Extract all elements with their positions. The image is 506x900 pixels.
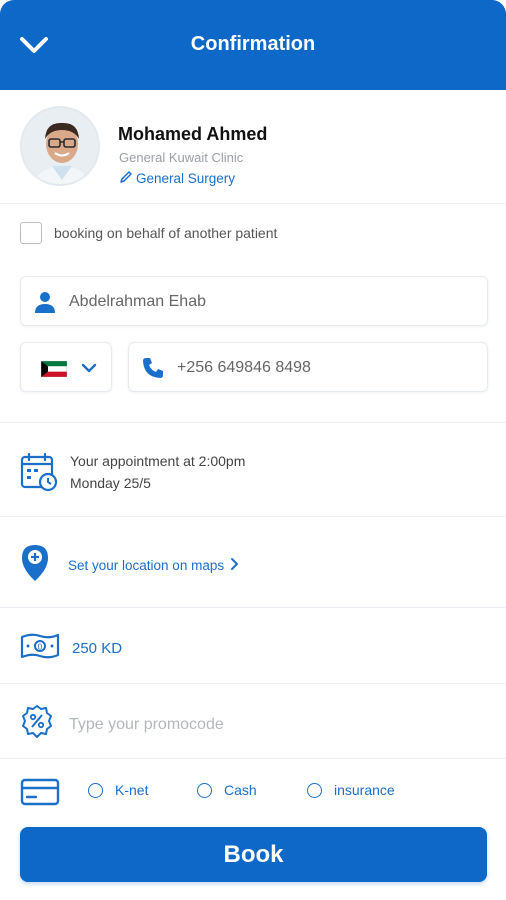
price-row: 0 250 KD [20, 632, 122, 665]
set-location-row[interactable]: Set your location on maps [20, 543, 240, 588]
payment-option-knet[interactable]: K-net [88, 782, 148, 798]
phone-icon [141, 356, 165, 385]
location-pin-icon [20, 543, 50, 588]
doctor-specialty: General Surgery [119, 170, 235, 187]
chevron-right-icon [230, 557, 240, 574]
country-code-select[interactable] [20, 342, 112, 392]
payment-option-insurance[interactable]: insurance [307, 782, 395, 798]
patient-name-value: Abdelrahman Ehab [69, 293, 206, 310]
credit-card-icon [20, 778, 60, 811]
doctor-card: Mohamed Ahmed General Kuwait Clinic Gene… [0, 90, 506, 204]
calendar-clock-icon [20, 452, 58, 497]
behalf-checkbox[interactable] [20, 222, 42, 244]
radio-button[interactable] [307, 782, 322, 798]
discount-icon [20, 704, 54, 745]
radio-button[interactable] [88, 782, 103, 798]
promo-input[interactable] [69, 715, 449, 734]
doctor-specialty-label: General Surgery [136, 171, 236, 186]
divider [0, 683, 506, 684]
radio-button[interactable] [197, 782, 212, 798]
patient-name-field[interactable]: Abdelrahman Ehab [20, 276, 488, 326]
divider [0, 758, 506, 759]
doctor-name: Mohamed Ahmed [118, 124, 268, 144]
payment-option-label: insurance [334, 782, 395, 798]
kuwait-flag-icon [40, 360, 68, 378]
price-value: 250 KD [72, 640, 123, 657]
set-location-link[interactable]: Set your location on maps [68, 558, 224, 573]
divider [0, 607, 506, 608]
money-icon: 0 [20, 632, 60, 665]
payment-option-cash[interactable]: Cash [197, 782, 257, 798]
promo-row [20, 704, 449, 745]
appointment-time: Your appointment at 2:00pm [70, 453, 246, 469]
payment-option-label: K-net [115, 782, 149, 798]
doctor-clinic: General Kuwait Clinic [119, 150, 244, 165]
phone-value: +256 649846 8498 [177, 359, 311, 376]
behalf-checkbox-row[interactable]: booking on behalf of another patient [20, 222, 277, 244]
chevron-down-icon [81, 361, 97, 380]
payment-methods: K-net Cash insurance [20, 776, 488, 806]
doctor-avatar [20, 106, 100, 186]
divider [0, 422, 506, 423]
page-title: Confirmation [190, 33, 316, 55]
user-icon [33, 290, 57, 319]
divider [0, 516, 506, 517]
app-header: Confirmation [0, 0, 506, 90]
phone-field[interactable]: +256 649846 8498 [128, 342, 488, 392]
behalf-label: booking on behalf of another patient [54, 225, 278, 241]
payment-option-label: Cash [224, 782, 257, 798]
appointment-info: Your appointment at 2:00pm Monday 25/5 [20, 452, 245, 497]
appointment-date: Monday 25/5 [70, 475, 151, 491]
book-button[interactable]: Book [20, 827, 487, 882]
pencil-icon [119, 170, 133, 187]
svg-text:0: 0 [38, 643, 43, 652]
